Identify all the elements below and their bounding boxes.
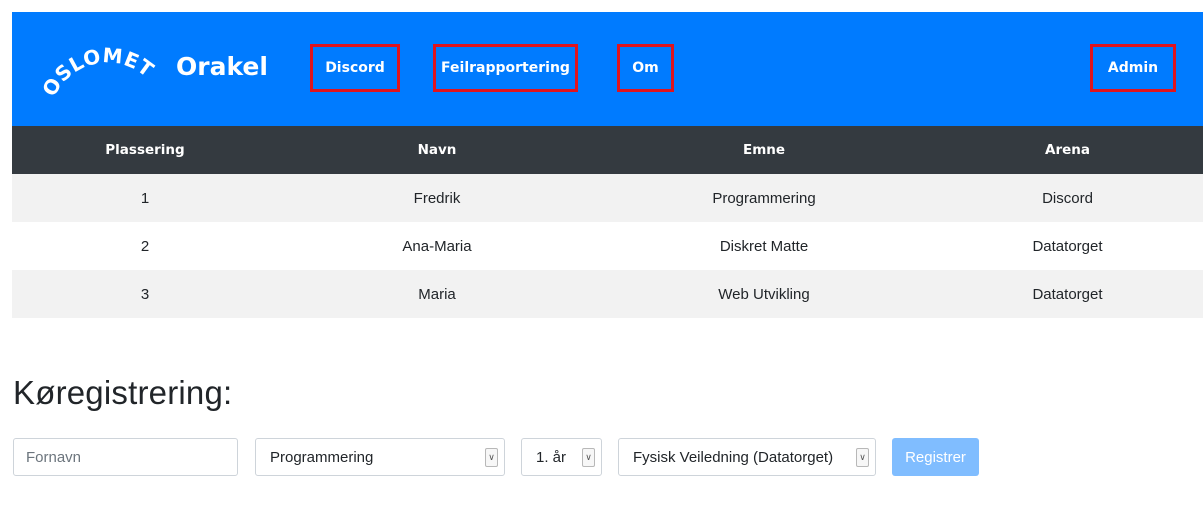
table-row: 2 Ana-Maria Diskret Matte Datatorget (12, 222, 1203, 270)
nav-admin[interactable]: Admin (1090, 44, 1176, 92)
fornavn-input[interactable] (13, 438, 238, 476)
nav-feilrapportering[interactable]: Feilrapportering (433, 44, 578, 92)
column-header-arena: Arena (932, 126, 1203, 174)
aar-select-value: 1. år (536, 448, 567, 466)
cell-arena: Datatorget (1032, 237, 1103, 255)
cell-plassering: 3 (12, 270, 278, 318)
table-header-row: Plassering Navn Emne Arena (12, 126, 1203, 174)
column-header-navn: Navn (278, 126, 596, 174)
cell-arena: Datatorget (932, 270, 1203, 318)
aar-select[interactable]: 1. år ∨ (521, 438, 602, 476)
chevron-down-icon: ∨ (485, 448, 498, 467)
cell-emne: Diskret Matte (719, 237, 809, 255)
page: OSLOMET Orakel Discord Feilrapportering … (0, 0, 1203, 508)
cell-plassering: 2 (140, 237, 150, 255)
emne-select[interactable]: Programmering ∨ (255, 438, 505, 476)
svg-text:OSLOMET: OSLOMET (42, 43, 158, 100)
registrer-button[interactable]: Registrer (892, 438, 979, 476)
queue-table: Plassering Navn Emne Arena 1 Fredrik Pro… (12, 126, 1203, 318)
cell-arena: Discord (932, 174, 1203, 222)
arena-select[interactable]: Fysisk Veiledning (Datatorget) ∨ (618, 438, 876, 476)
navbar: OSLOMET Orakel Discord Feilrapportering … (12, 12, 1203, 126)
oslomet-logo[interactable]: OSLOMET (42, 40, 162, 100)
table-row: 1 Fredrik Programmering Discord (12, 174, 1203, 222)
cell-emne: Programmering (596, 174, 932, 222)
cell-navn: Fredrik (278, 174, 596, 222)
cell-navn: Maria (278, 270, 596, 318)
nav-om[interactable]: Om (617, 44, 674, 92)
cell-plassering: 1 (12, 174, 278, 222)
chevron-down-icon: ∨ (856, 448, 869, 467)
brand-title[interactable]: Orakel (176, 50, 268, 84)
emne-select-value: Programmering (270, 448, 374, 466)
logo-text: OSLOMET (42, 43, 158, 100)
column-header-emne: Emne (596, 126, 932, 174)
cell-emne: Web Utvikling (596, 270, 932, 318)
cell-navn: Ana-Maria (402, 237, 472, 255)
registration-title: Køregistrering: (13, 374, 233, 411)
nav-discord[interactable]: Discord (310, 44, 400, 92)
table-row: 3 Maria Web Utvikling Datatorget (12, 270, 1203, 318)
arena-select-value: Fysisk Veiledning (Datatorget) (633, 448, 834, 466)
column-header-plassering: Plassering (12, 126, 278, 174)
chevron-down-icon: ∨ (582, 448, 595, 467)
